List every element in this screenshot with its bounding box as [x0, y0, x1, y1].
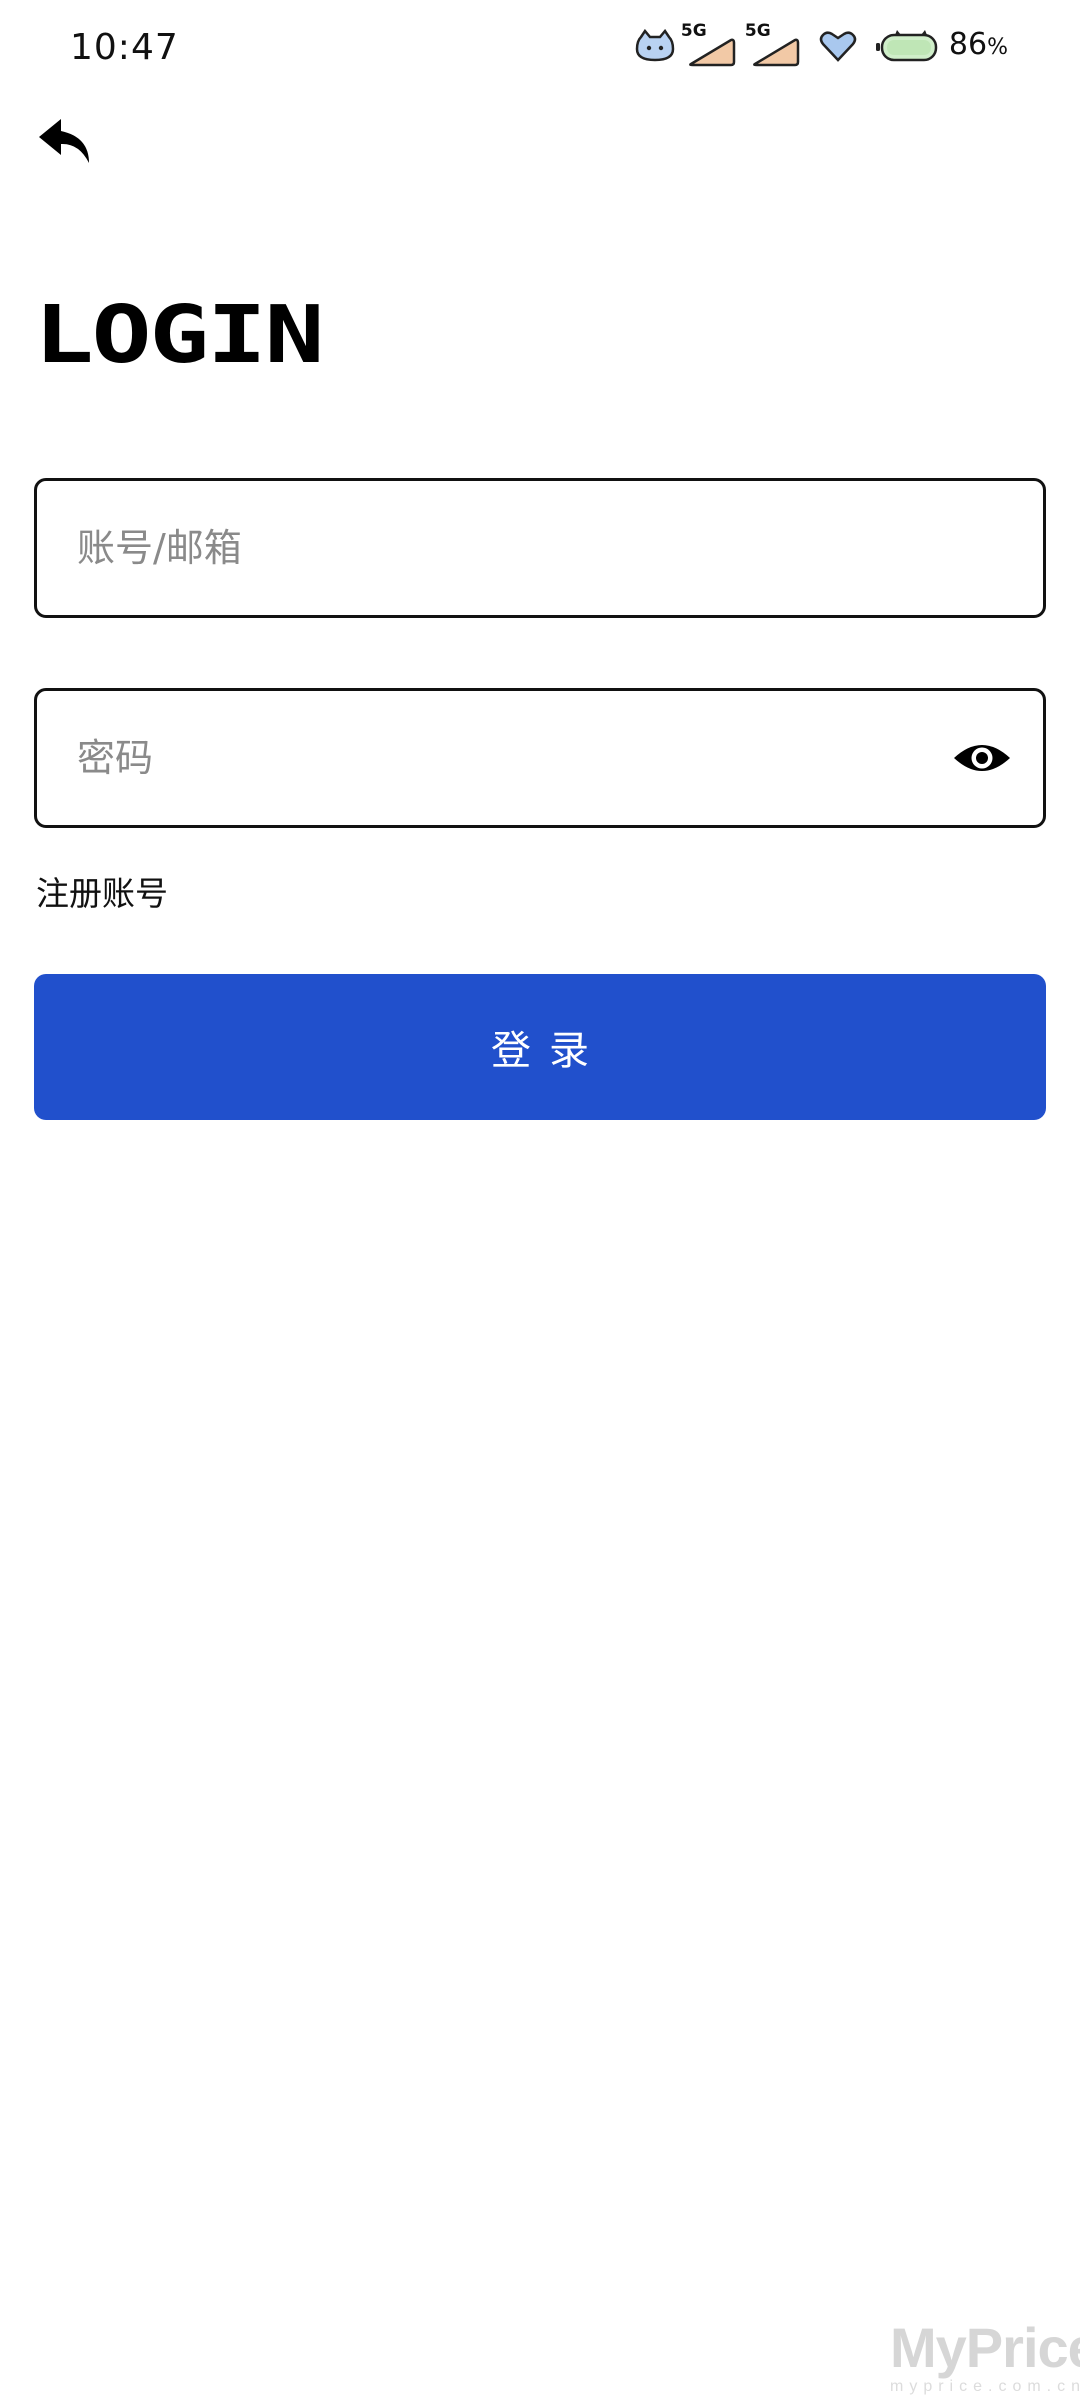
watermark-subtitle: myprice.com.cn	[890, 2378, 1080, 2395]
back-button[interactable]	[30, 108, 100, 178]
account-input[interactable]	[37, 481, 1043, 615]
password-field[interactable]	[34, 688, 1046, 828]
status-icons: 5G 5G 86%	[635, 22, 1008, 70]
status-bar: 10:47 5G 5G 86%	[0, 0, 1080, 96]
page-title: LOGIN	[34, 289, 324, 382]
signal-2-indicator: 5G	[745, 22, 803, 70]
back-arrow-icon	[37, 115, 93, 171]
cat-face-icon	[635, 29, 675, 63]
battery-percent-value: 86	[948, 26, 988, 62]
watermark: MyPrice myprice.com.cn	[890, 2318, 1080, 2396]
account-field[interactable]	[34, 478, 1046, 618]
signal-1-indicator: 5G	[681, 22, 739, 70]
eye-icon[interactable]	[951, 727, 1013, 789]
signal-bars-icon	[753, 38, 800, 67]
login-button[interactable]: 登录	[34, 974, 1046, 1120]
signal-bars-icon	[689, 38, 736, 67]
register-account-link[interactable]: 注册账号	[36, 872, 168, 916]
watermark-title: MyPrice	[890, 2316, 1080, 2379]
battery-percent: 86%	[949, 21, 1008, 72]
battery-percent-sign: %	[987, 34, 1008, 60]
password-input[interactable]	[37, 691, 951, 825]
wifi-heart-icon	[819, 29, 857, 63]
battery-icon	[875, 28, 939, 64]
status-time: 10:47	[70, 27, 179, 68]
